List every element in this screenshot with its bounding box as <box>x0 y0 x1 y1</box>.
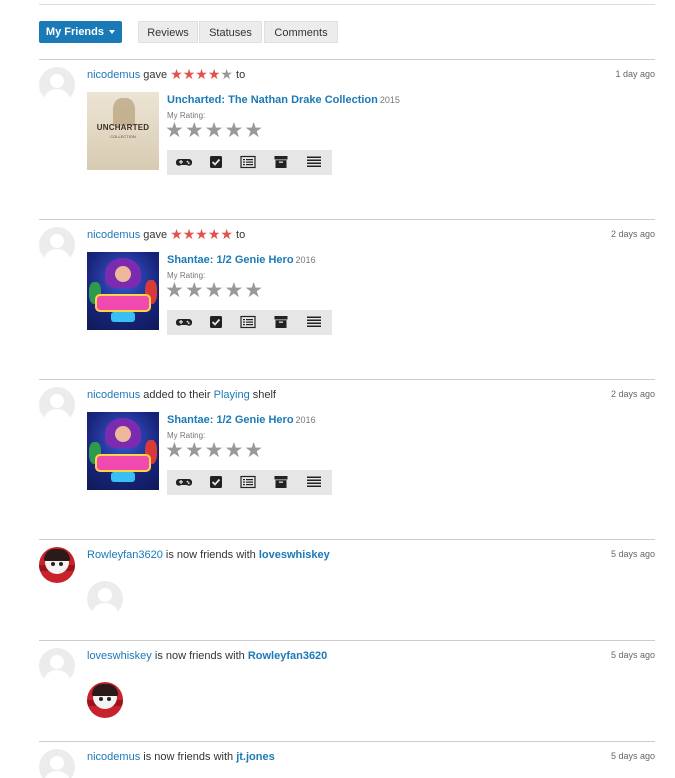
action-bar <box>167 470 332 495</box>
avatar[interactable] <box>39 387 75 423</box>
archive-icon[interactable] <box>273 155 289 169</box>
menu-icon[interactable] <box>306 315 322 329</box>
gamepad-icon[interactable] <box>176 315 192 329</box>
game-cover[interactable] <box>87 252 159 330</box>
friend-link[interactable]: jt.jones <box>236 751 275 763</box>
checkbox-icon[interactable] <box>208 315 224 329</box>
tab-statuses[interactable]: Statuses <box>199 21 262 43</box>
game-title: Shantae: 1/2 Genie Hero 2016 <box>167 253 316 267</box>
timestamp: 5 days ago <box>610 650 655 660</box>
feed-item: Rowleyfan3620 is now friends with lovesw… <box>39 539 655 640</box>
checkbox-icon[interactable] <box>208 475 224 489</box>
menu-icon[interactable] <box>306 475 322 489</box>
top-divider <box>39 4 655 5</box>
timestamp: 5 days ago <box>610 549 655 559</box>
user-link[interactable]: nicodemus <box>87 389 140 401</box>
game-title: Uncharted: The Nathan Drake Collection 20… <box>167 93 400 107</box>
action-bar <box>167 310 332 335</box>
timestamp: 2 days ago <box>610 229 655 239</box>
list-icon[interactable] <box>240 315 256 329</box>
user-link[interactable]: Rowleyfan3620 <box>87 549 163 561</box>
feed-headline: Rowleyfan3620 is now friends with lovesw… <box>87 549 330 561</box>
user-link[interactable]: nicodemus <box>87 69 140 81</box>
divider <box>39 640 655 641</box>
feed-item: nicodemus is now friends with jt.jones 5… <box>39 741 655 778</box>
action-bar <box>167 150 332 175</box>
cover-logo-text: UNCHARTED <box>96 123 150 132</box>
game-cover[interactable]: UNCHARTED COLLECTION <box>87 92 159 170</box>
feed-item: nicodemus gave ★★★★★ to 2 days ago Shant… <box>39 219 655 379</box>
my-rating-stars[interactable]: ★★★★★ <box>165 120 264 142</box>
divider <box>39 219 655 220</box>
cover-sub-text: COLLECTION <box>110 134 136 139</box>
given-rating-stars: ★★★★★ <box>170 226 233 242</box>
game-year: 2016 <box>295 255 316 265</box>
timestamp: 5 days ago <box>610 751 655 761</box>
user-link[interactable]: nicodemus <box>87 751 140 763</box>
list-icon[interactable] <box>240 155 256 169</box>
game-link[interactable]: Shantae: 1/2 Genie Hero <box>167 254 294 266</box>
tab-comments[interactable]: Comments <box>264 21 338 43</box>
my-rating-stars[interactable]: ★★★★★ <box>165 280 264 302</box>
feed-item: nicodemus gave ★★★★★ to 1 day ago UNCHAR… <box>39 59 655 219</box>
timestamp: 2 days ago <box>610 389 655 399</box>
caret-down-icon <box>109 30 116 35</box>
friend-avatar[interactable] <box>87 682 123 718</box>
feed-headline: loveswhiskey is now friends with Rowleyf… <box>87 650 328 662</box>
feed-headline: nicodemus gave ★★★★★ to <box>87 226 246 242</box>
game-year: 2015 <box>379 95 400 105</box>
friend-link[interactable]: loveswhiskey <box>259 549 330 561</box>
avatar[interactable] <box>39 547 75 583</box>
timestamp: 1 day ago <box>615 69 655 79</box>
user-link[interactable]: loveswhiskey <box>87 650 152 662</box>
avatar[interactable] <box>39 227 75 263</box>
my-friends-dropdown[interactable]: My Friends <box>39 21 122 43</box>
friend-avatar[interactable] <box>87 581 123 617</box>
feed-item: loveswhiskey is now friends with Rowleyf… <box>39 640 655 741</box>
archive-icon[interactable] <box>273 315 289 329</box>
gamepad-icon[interactable] <box>176 155 192 169</box>
divider <box>39 741 655 742</box>
feed-headline: nicodemus gave ★★★★★ to <box>87 66 246 82</box>
my-rating-stars[interactable]: ★★★★★ <box>165 440 264 462</box>
archive-icon[interactable] <box>273 475 289 489</box>
divider <box>39 379 655 380</box>
avatar[interactable] <box>39 749 75 778</box>
user-link[interactable]: nicodemus <box>87 229 140 241</box>
given-rating-stars: ★★★★★ <box>170 66 233 82</box>
avatar[interactable] <box>39 648 75 684</box>
friend-link[interactable]: Rowleyfan3620 <box>248 650 327 662</box>
gamepad-icon[interactable] <box>176 475 192 489</box>
checkbox-icon[interactable] <box>208 155 224 169</box>
feed-item: nicodemus added to their Playing shelf 2… <box>39 379 655 539</box>
my-friends-label: My Friends <box>45 26 104 38</box>
shelf-link[interactable]: Playing <box>214 389 250 401</box>
feed-headline: nicodemus is now friends with jt.jones <box>87 751 275 763</box>
feed-headline: nicodemus added to their Playing shelf <box>87 389 276 401</box>
tab-reviews[interactable]: Reviews <box>138 21 198 43</box>
divider <box>39 539 655 540</box>
game-link[interactable]: Shantae: 1/2 Genie Hero <box>167 414 294 426</box>
game-link[interactable]: Uncharted: The Nathan Drake Collection <box>167 94 378 106</box>
menu-icon[interactable] <box>306 155 322 169</box>
divider <box>39 59 655 60</box>
game-cover[interactable] <box>87 412 159 490</box>
list-icon[interactable] <box>240 475 256 489</box>
game-title: Shantae: 1/2 Genie Hero 2016 <box>167 413 316 427</box>
avatar[interactable] <box>39 67 75 103</box>
game-year: 2016 <box>295 415 316 425</box>
